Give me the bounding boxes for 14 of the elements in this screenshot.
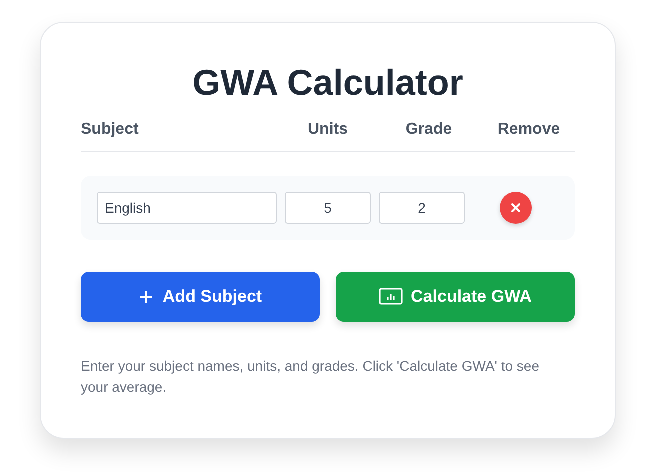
- column-header: Subject: [81, 121, 140, 139]
- help-text: Enter your subject names, units, and grades. Click 'Calculate GWA' to see your average.: [81, 357, 540, 397]
- page-title: GWA Calculator: [192, 61, 464, 105]
- column-header: Remove: [496, 121, 562, 139]
- column-header: Grade: [404, 121, 454, 139]
- subject-name-field[interactable]: English: [97, 192, 277, 224]
- grade-field[interactable]: 2: [379, 192, 465, 224]
- column-header: Units: [307, 121, 349, 139]
- units-field[interactable]: 5: [285, 192, 371, 224]
- remove-button[interactable]: [500, 192, 532, 224]
- chart-icon: [379, 288, 404, 306]
- close-icon: [511, 203, 521, 213]
- add-subject-button[interactable]: Add Subject: [81, 272, 320, 322]
- plus-icon: [138, 290, 153, 304]
